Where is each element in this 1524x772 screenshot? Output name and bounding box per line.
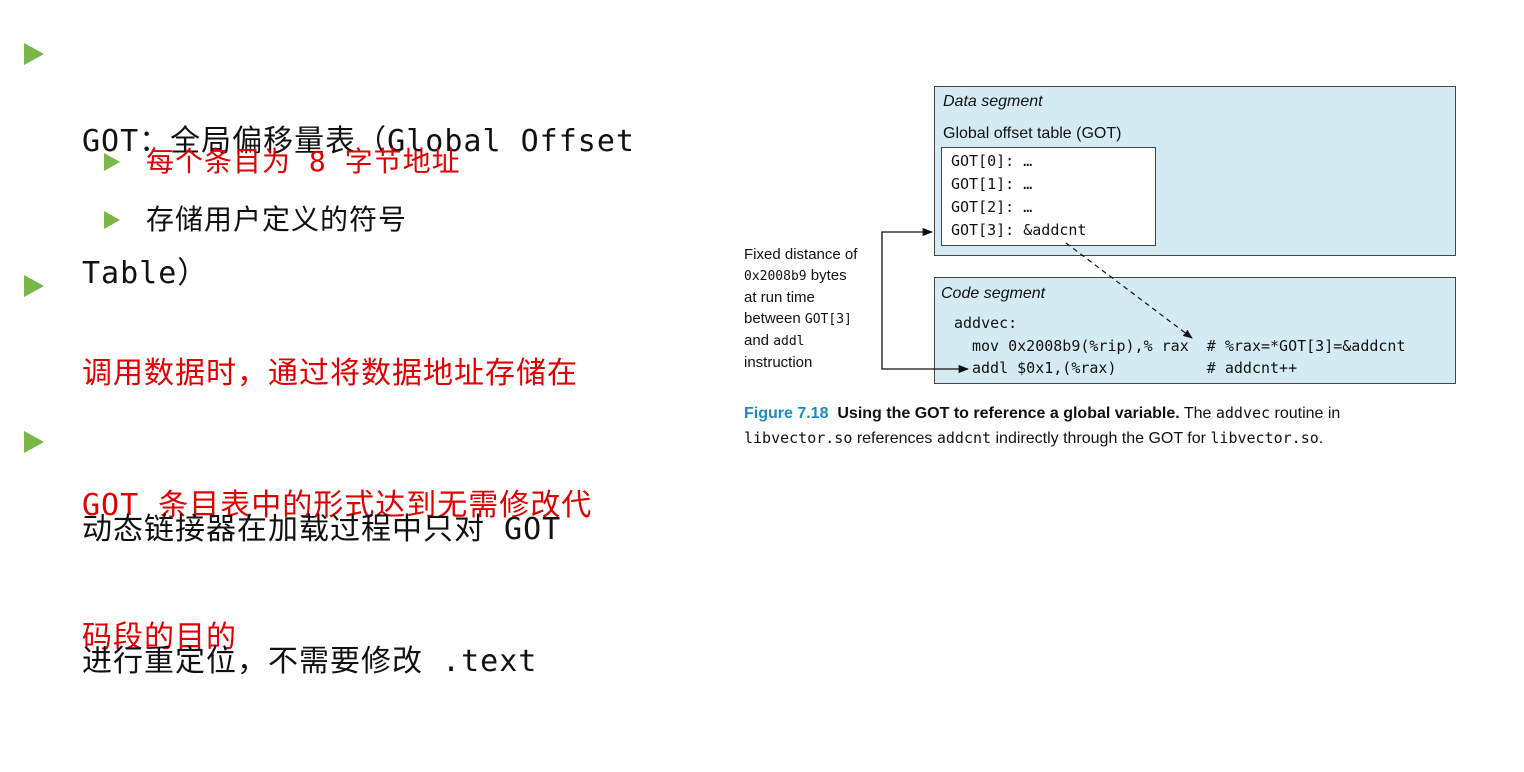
dashed-pointer-arrow	[1065, 242, 1193, 339]
arrow-to-addl	[881, 237, 970, 374]
figure-caption: Figure 7.18 Using the GOT to reference a…	[744, 404, 1341, 447]
caption-label: Figure 7.18	[744, 405, 829, 422]
arrow-to-got3	[881, 227, 934, 237]
bullet-text: 进行重定位，不需要修改 .text	[82, 644, 538, 679]
caption-title: Using the GOT to reference a global vari…	[837, 405, 1180, 422]
figure-7-18: Data segment Global offset table (GOT) G…	[0, 0, 1524, 523]
